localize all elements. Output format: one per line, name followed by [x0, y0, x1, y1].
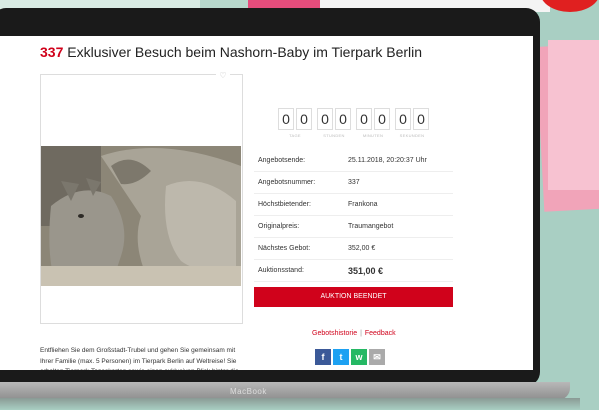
countdown-group: 0 0 STUNDEN	[317, 108, 351, 138]
heart-icon[interactable]: ♡	[216, 71, 230, 80]
rhino-photo	[41, 146, 241, 286]
offer-title: Exklusiver Besuch beim Nashorn-Baby im T…	[63, 44, 423, 60]
offer-number: 337	[40, 44, 64, 60]
laptop-shadow	[0, 398, 580, 410]
countdown-digit: 0	[374, 108, 390, 130]
countdown-unit-label: MINUTEN	[362, 133, 384, 138]
laptop-brand-label: MacBook	[230, 387, 267, 396]
info-label: Höchstbietender:	[258, 201, 311, 208]
info-value: Frankona	[348, 201, 378, 208]
bid-history-link[interactable]: Gebotshistorie	[312, 330, 357, 337]
auction-info-table: Angebotsende: 25.11.2018, 20:20:37 Uhr Ang…	[254, 150, 453, 282]
countdown-group: 0 0 SEKUNDEN	[395, 108, 429, 138]
countdown-group: 0 0 MINUTEN	[356, 108, 390, 138]
countdown-unit-label: STUNDEN	[323, 133, 345, 138]
info-label: Angebotsende:	[258, 157, 306, 164]
countdown-digit: 0	[335, 108, 351, 130]
background-card	[548, 40, 599, 190]
offer-description: Entfliehen Sie dem Großstadt-Trubel und …	[40, 347, 239, 370]
info-row: Auktionsstand: 351,00 €	[254, 260, 453, 282]
link-separator: |	[360, 330, 362, 337]
info-row: Höchstbietender: Frankona	[254, 194, 453, 216]
whatsapp-icon[interactable]: w	[351, 349, 367, 365]
social-share-bar: f t w ✉	[315, 349, 385, 365]
facebook-icon[interactable]: f	[315, 349, 331, 365]
auction-ended-button[interactable]: AUKTION BEENDET	[254, 287, 453, 307]
info-label: Nächstes Gebot:	[258, 245, 311, 252]
email-icon[interactable]: ✉	[369, 349, 385, 365]
info-row: Nächstes Gebot: 352,00 €	[254, 238, 453, 260]
info-label: Originalpreis:	[258, 223, 300, 230]
countdown-digit: 0	[278, 108, 294, 130]
info-value: 25.11.2018, 20:20:37 Uhr	[348, 157, 427, 164]
auction-page: 337 Exklusiver Besuch beim Nashorn-Baby …	[0, 36, 533, 370]
info-row: Angebotsnummer: 337	[254, 172, 453, 194]
page-title: 337 Exklusiver Besuch beim Nashorn-Baby …	[40, 44, 422, 60]
countdown-digit: 0	[317, 108, 333, 130]
info-row: Angebotsende: 25.11.2018, 20:20:37 Uhr	[254, 150, 453, 172]
rhino-illustration	[41, 146, 241, 286]
countdown-group: 0 0 TAGE	[278, 108, 312, 138]
info-row: Originalpreis: Traumangebot	[254, 216, 453, 238]
info-value: 351,00 €	[348, 265, 384, 276]
info-label: Angebotsnummer:	[258, 179, 316, 186]
bid-links: Gebotshistorie | Feedback	[312, 330, 396, 337]
info-value: 352,00 €	[348, 245, 376, 252]
info-label: Auktionsstand:	[258, 267, 304, 274]
feedback-link[interactable]: Feedback	[365, 330, 396, 337]
countdown-digit: 0	[395, 108, 411, 130]
countdown-unit-label: TAGE	[289, 133, 301, 138]
countdown-digit: 0	[356, 108, 372, 130]
countdown-unit-label: SEKUNDEN	[399, 133, 425, 138]
info-value: 337	[348, 179, 360, 186]
countdown-digit: 0	[296, 108, 312, 130]
info-value: Traumangebot	[348, 223, 394, 230]
countdown-timer: 0 0 TAGE 0 0 STUNDEN 0 0 MINUTEN 0 0 SEKUNDEN	[278, 108, 434, 138]
countdown-digit: 0	[413, 108, 429, 130]
twitter-icon[interactable]: t	[333, 349, 349, 365]
